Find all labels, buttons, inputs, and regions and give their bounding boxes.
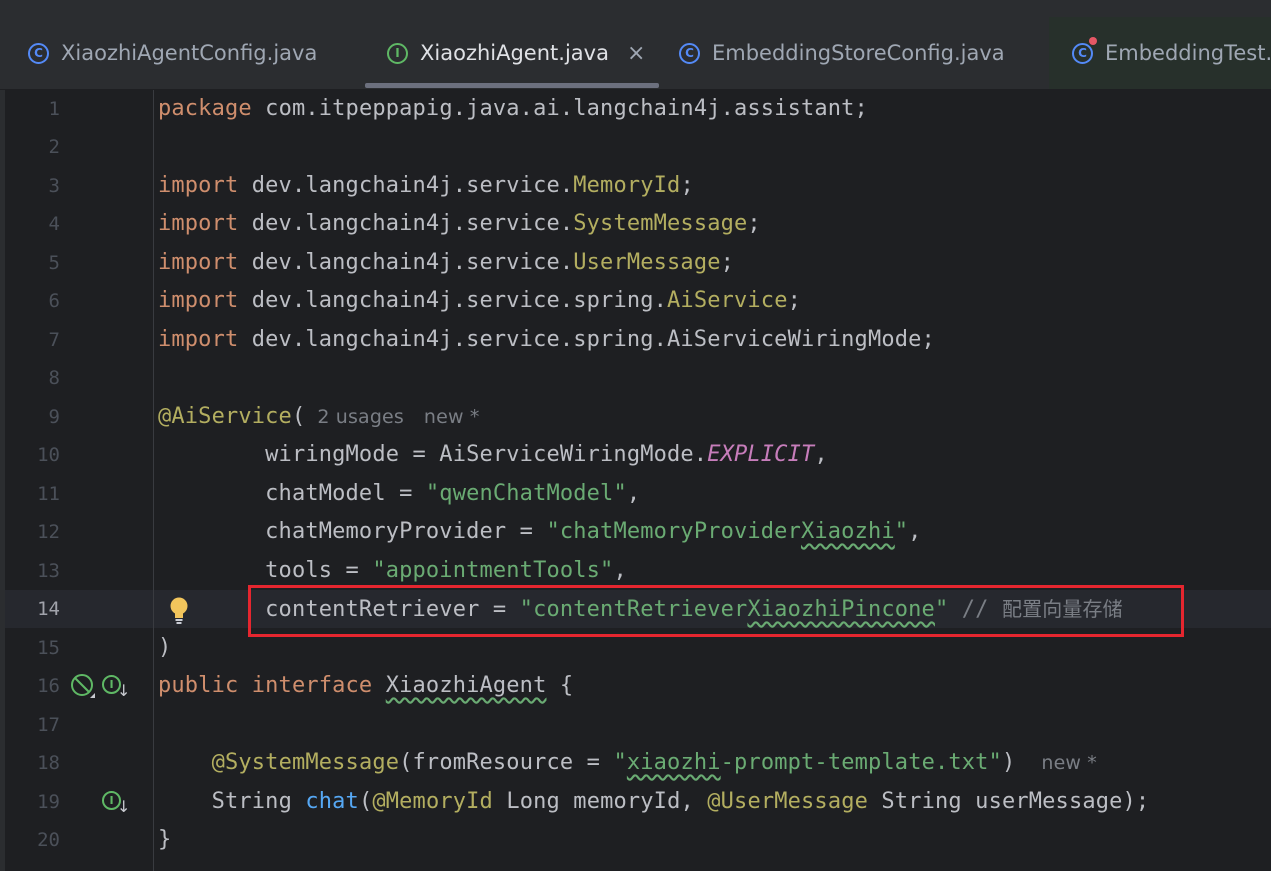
active-tab-indicator xyxy=(365,83,659,88)
window-top-strip xyxy=(0,0,1271,17)
code-text[interactable]: import dev.langchain4j.service.MemoryId; xyxy=(158,173,694,199)
line-number: 7 xyxy=(48,329,60,351)
code-text[interactable]: } xyxy=(158,827,171,853)
tab-label: EmbeddingTest.j xyxy=(1105,41,1271,65)
code-line: 10 wiringMode = AiServiceWiringMode.EXPL… xyxy=(5,436,1271,474)
code-text[interactable]: public interface XiaozhiAgent { xyxy=(158,673,573,699)
line-number: 13 xyxy=(37,560,60,582)
no-implementations-icon[interactable] xyxy=(70,673,96,699)
line-number: 1 xyxy=(48,98,60,120)
usages-hint[interactable]: 2 usages xyxy=(317,406,404,428)
tab-xiaozhi-agent-config[interactable]: C XiaozhiAgentConfig.java xyxy=(28,17,317,89)
code-text[interactable]: chatModel = "qwenChatModel", xyxy=(158,481,640,507)
code-line: 9 @AiService(2 usages new * xyxy=(5,398,1271,436)
line-number: 9 xyxy=(48,406,60,428)
code-line: 3 import dev.langchain4j.service.MemoryI… xyxy=(5,167,1271,205)
line-number: 10 xyxy=(37,444,60,466)
code-line: 20 } xyxy=(5,821,1271,859)
test-class-icon: C xyxy=(1072,36,1097,64)
code-line: 1 package com.itpeppapig.java.ai.langcha… xyxy=(5,90,1271,128)
tab-embedding-test[interactable]: C EmbeddingTest.j xyxy=(1049,17,1271,89)
tab-label: EmbeddingStoreConfig.java xyxy=(712,41,1005,65)
code-line: 2 xyxy=(5,128,1271,166)
indent-guide xyxy=(153,90,154,871)
code-line: 4 import dev.langchain4j.service.SystemM… xyxy=(5,205,1271,243)
line-number: 18 xyxy=(37,752,60,774)
code-line: 17 xyxy=(5,706,1271,744)
code-line: 18 @SystemMessage(fromResource = "xiaozh… xyxy=(5,744,1271,782)
new-author-hint[interactable]: new * xyxy=(1041,752,1097,774)
editor-tab-bar: C XiaozhiAgentConfig.java I XiaozhiAgent… xyxy=(0,17,1271,90)
code-editor[interactable]: 1 package com.itpeppapig.java.ai.langcha… xyxy=(5,90,1271,871)
code-text[interactable]: tools = "appointmentTools", xyxy=(158,558,627,584)
code-text[interactable]: import dev.langchain4j.service.UserMessa… xyxy=(158,250,734,276)
line-number: 11 xyxy=(37,483,60,505)
code-text[interactable]: chatMemoryProvider = "chatMemoryProvider… xyxy=(158,519,922,545)
line-number: 2 xyxy=(48,136,60,158)
new-author-hint[interactable]: new * xyxy=(424,406,480,428)
code-text[interactable]: wiringMode = AiServiceWiringMode.EXPLICI… xyxy=(158,442,828,468)
line-number: 8 xyxy=(48,367,60,389)
line-number: 19 xyxy=(37,791,60,813)
line-number: 12 xyxy=(37,521,60,543)
interface-icon: I xyxy=(387,42,408,64)
code-line: 5 import dev.langchain4j.service.UserMes… xyxy=(5,244,1271,282)
line-number: 4 xyxy=(48,213,60,235)
code-line: 19 String chat(@MemoryId Long memoryId, … xyxy=(5,783,1271,821)
implemented-method-icon[interactable]: I ↓ xyxy=(102,791,130,817)
implemented-interface-icon[interactable]: I ↓ xyxy=(102,675,130,701)
line-number: 20 xyxy=(37,829,60,851)
close-tab-icon[interactable]: × xyxy=(627,41,645,66)
class-icon: C xyxy=(679,42,700,64)
code-line: 16 public interface XiaozhiAgent { xyxy=(5,667,1271,705)
line-number: 16 xyxy=(37,675,60,697)
line-number: 6 xyxy=(48,290,60,312)
tab-label: XiaozhiAgent.java xyxy=(420,41,609,65)
code-line: 8 xyxy=(5,359,1271,397)
highlight-box xyxy=(248,585,1184,637)
lightbulb-icon[interactable] xyxy=(168,596,190,626)
tab-xiaozhi-agent[interactable]: I XiaozhiAgent.java × xyxy=(387,17,645,89)
code-line: 11 chatModel = "qwenChatModel", xyxy=(5,475,1271,513)
code-text[interactable]: import dev.langchain4j.service.spring.Ai… xyxy=(158,327,935,353)
line-number: 5 xyxy=(48,252,60,274)
code-text[interactable]: import dev.langchain4j.service.SystemMes… xyxy=(158,211,761,237)
code-line: 12 chatMemoryProvider = "chatMemoryProvi… xyxy=(5,513,1271,551)
code-text[interactable]: @SystemMessage(fromResource = "xiaozhi-p… xyxy=(158,750,1097,776)
tab-label: XiaozhiAgentConfig.java xyxy=(61,41,318,65)
line-number: 14 xyxy=(37,598,60,620)
code-text[interactable]: ) xyxy=(158,635,171,661)
code-text[interactable]: import dev.langchain4j.service.spring.Ai… xyxy=(158,288,801,314)
line-number: 17 xyxy=(37,714,60,736)
code-text[interactable]: @AiService(2 usages new * xyxy=(158,404,479,430)
tab-embedding-store-config[interactable]: C EmbeddingStoreConfig.java xyxy=(679,17,1005,89)
class-icon: C xyxy=(28,42,49,64)
code-line: 7 import dev.langchain4j.service.spring.… xyxy=(5,321,1271,359)
code-text[interactable]: String chat(@MemoryId Long memoryId, @Us… xyxy=(158,789,1150,815)
code-line: 6 import dev.langchain4j.service.spring.… xyxy=(5,282,1271,320)
line-number: 15 xyxy=(37,637,60,659)
line-number: 3 xyxy=(48,175,60,197)
code-text[interactable]: package com.itpeppapig.java.ai.langchain… xyxy=(158,96,868,122)
